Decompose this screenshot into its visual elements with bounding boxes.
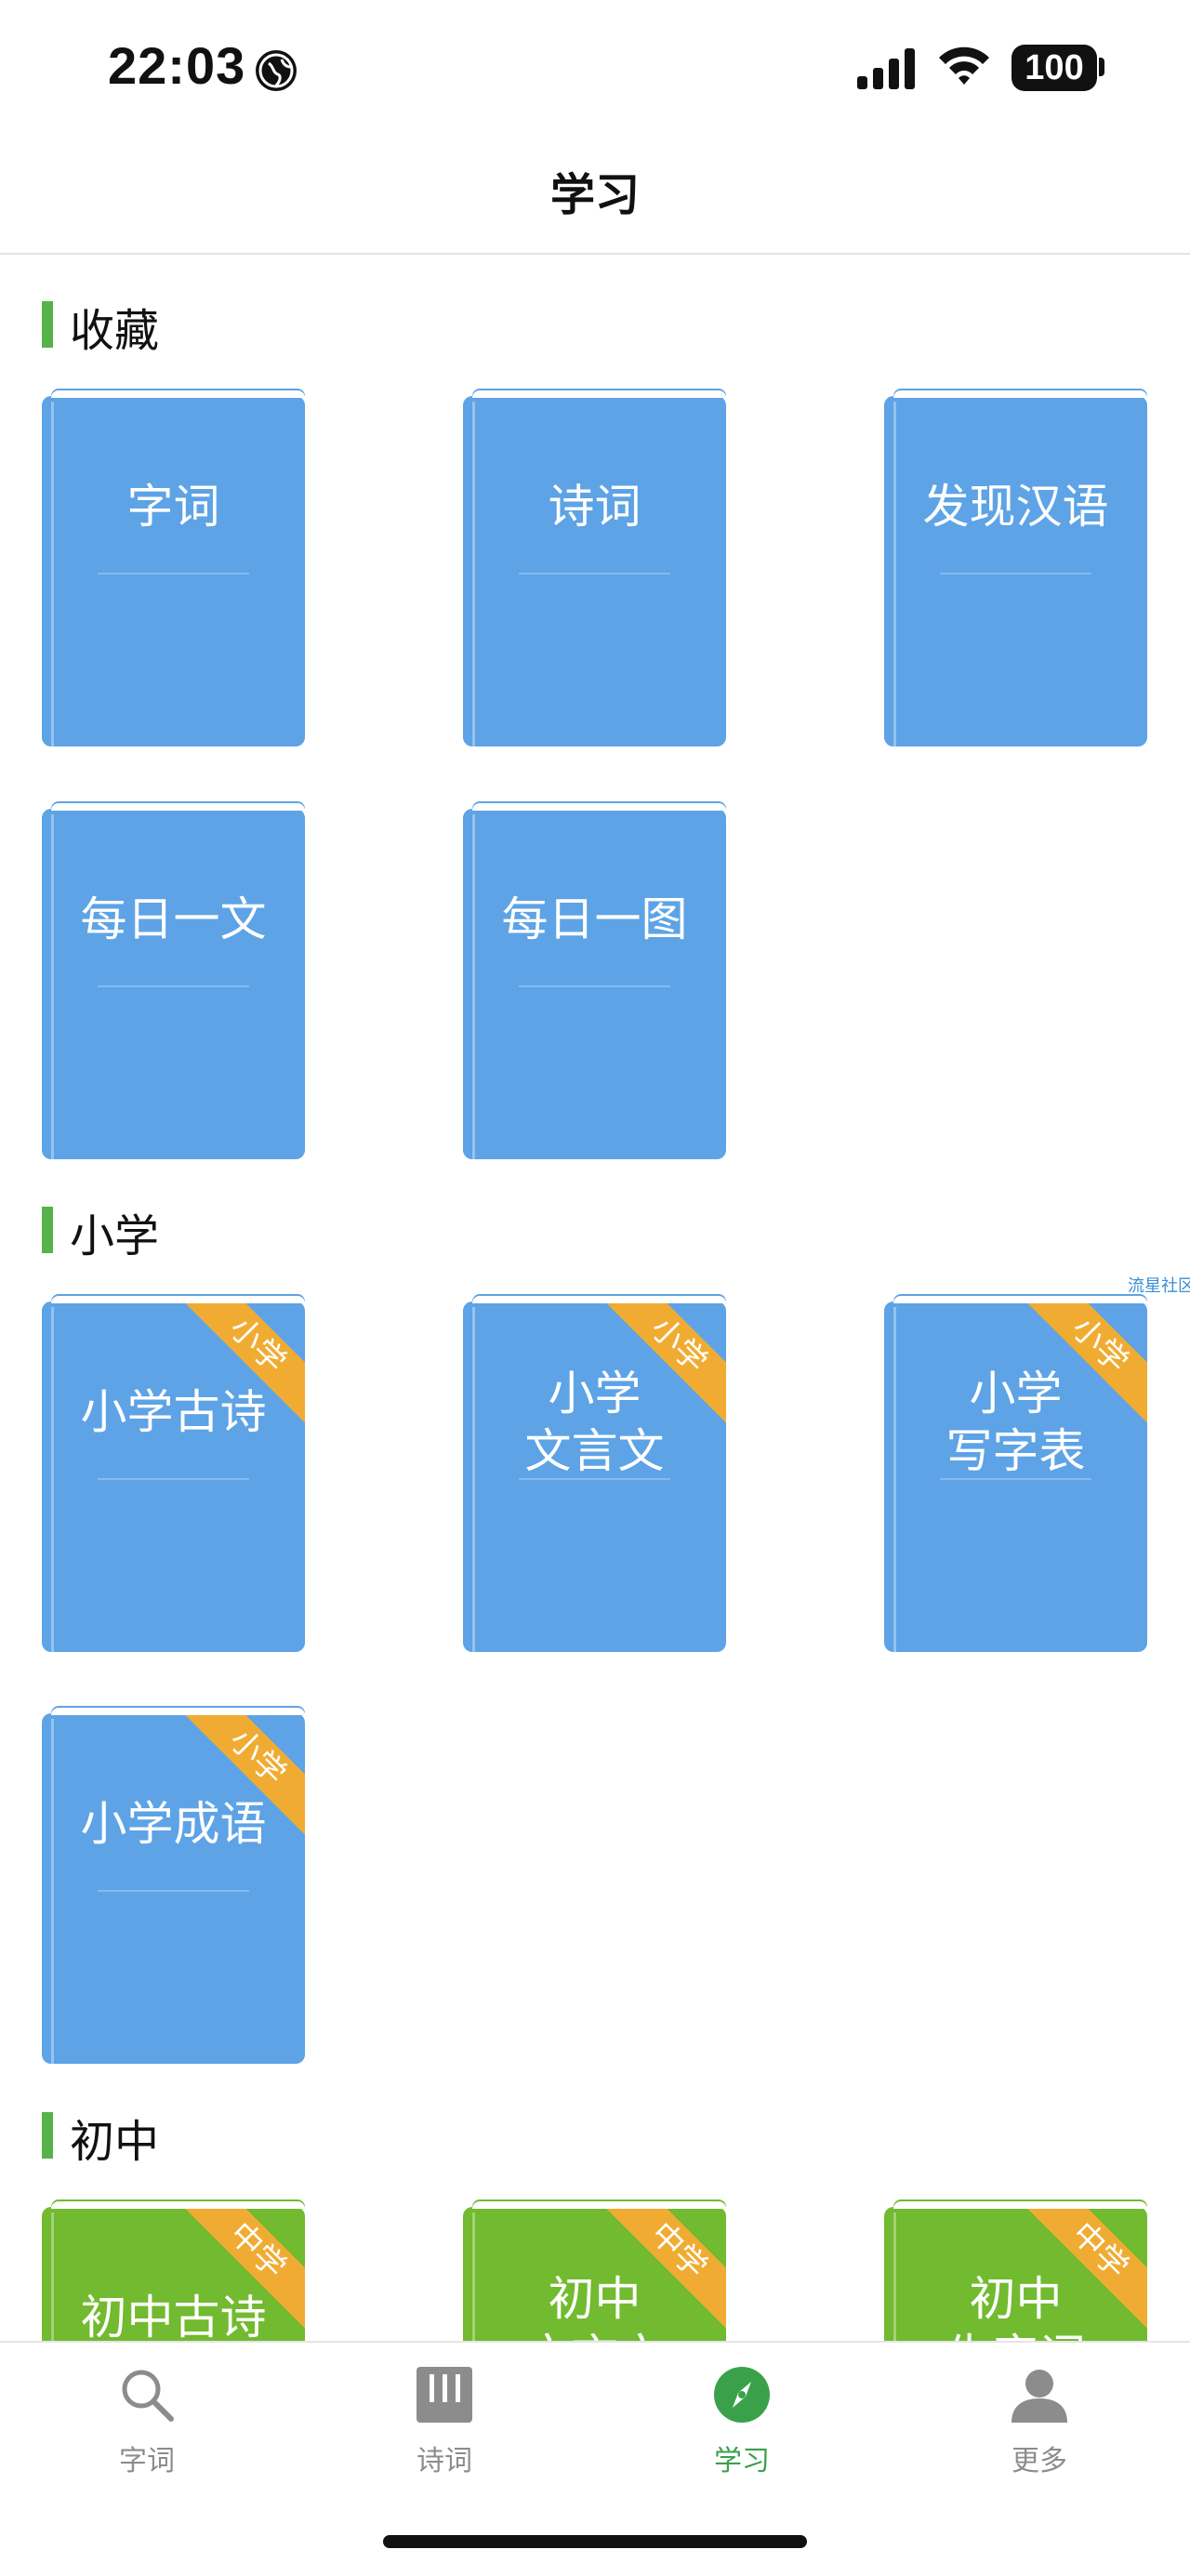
book-primary-idioms[interactable]: 小学成语 小学 <box>42 1708 305 2064</box>
book-cover: 小学 写字表 小学 <box>884 1301 1147 1652</box>
book-cover: 字词 <box>42 396 305 746</box>
section-title: 收藏 <box>70 305 160 357</box>
book-title: 发现汉语 <box>922 480 1109 534</box>
watermark-text: 流星社区 <box>1128 1276 1190 1296</box>
compass-icon <box>712 2365 772 2424</box>
tab-label: 诗词 <box>416 2445 472 2477</box>
tab-label: 学习 <box>714 2445 770 2477</box>
book-title: 每日一文 <box>80 892 267 946</box>
tab-poems[interactable]: 诗词 <box>370 2356 519 2486</box>
book-title: 初中古诗 <box>80 2291 267 2341</box>
book-cover: 小学成语 小学 <box>42 1713 305 2064</box>
tab-learning[interactable]: 学习 <box>668 2356 816 2486</box>
search-icon <box>117 2365 177 2424</box>
book-title: 每日一图 <box>501 892 688 946</box>
page-title: 学习 <box>549 169 640 221</box>
person-icon <box>1010 2365 1069 2424</box>
learning-scroll-content[interactable]: 收藏 字词 诗词 发现汉语 每日一文 每日一图 小学 小学古诗 小学 小学 文言… <box>0 255 1190 2341</box>
home-indicator[interactable] <box>383 2535 807 2548</box>
wifi-icon <box>935 41 993 89</box>
book-primary-ancient-poems[interactable]: 小学古诗 小学 <box>42 1296 305 1652</box>
tab-label: 更多 <box>1012 2445 1067 2477</box>
section-marker <box>42 2112 53 2159</box>
section-title: 小学 <box>70 1210 160 1262</box>
section-marker <box>42 1207 53 1253</box>
book-junior-ancient-poems[interactable]: 初中古诗 中学 <box>42 2201 305 2341</box>
tab-words[interactable]: 字词 <box>73 2356 221 2486</box>
book-title: 字词 <box>126 480 220 534</box>
book-title: 诗词 <box>548 480 641 534</box>
book-cover: 初中 生字词 中学 <box>884 2207 1147 2341</box>
book-primary-classical-chinese[interactable]: 小学 文言文 小学 <box>463 1296 726 1652</box>
book-favorites-poems[interactable]: 诗词 <box>463 390 726 746</box>
book-junior-classical-chinese[interactable]: 初中 文言文 中学 <box>463 2201 726 2341</box>
book-title: 小学古诗 <box>80 1385 267 1439</box>
book-cover: 小学古诗 小学 <box>42 1301 305 1652</box>
book-favorites-words[interactable]: 字词 <box>42 390 305 746</box>
book-primary-writing-chart[interactable]: 小学 写字表 小学 <box>884 1296 1147 1652</box>
book-icon <box>415 2365 474 2424</box>
section-marker <box>42 301 53 348</box>
battery-icon: 100 <box>1012 45 1097 91</box>
book-favorites-daily-article[interactable]: 每日一文 <box>42 803 305 1159</box>
book-favorites-daily-picture[interactable]: 每日一图 <box>463 803 726 1159</box>
tab-label: 字词 <box>119 2445 175 2477</box>
book-cover: 初中古诗 中学 <box>42 2207 305 2341</box>
book-favorites-discover-chinese[interactable]: 发现汉语 <box>884 390 1147 746</box>
status-bar: 22:03 100 <box>0 0 1190 139</box>
globe-icon <box>256 50 297 91</box>
book-title: 小学成语 <box>80 1797 267 1851</box>
signal-icon <box>855 46 919 91</box>
tab-more[interactable]: 更多 <box>965 2356 1114 2486</box>
book-cover: 小学 文言文 小学 <box>463 1301 726 1652</box>
book-cover: 初中 文言文 中学 <box>463 2207 726 2341</box>
book-cover: 每日一图 <box>463 809 726 1159</box>
section-title: 初中 <box>70 2116 160 2168</box>
status-time: 22:03 <box>108 36 246 95</box>
battery-tip <box>1099 58 1104 76</box>
book-cover: 发现汉语 <box>884 396 1147 746</box>
book-cover: 每日一文 <box>42 809 305 1159</box>
book-cover: 诗词 <box>463 396 726 746</box>
book-junior-new-words[interactable]: 初中 生字词 中学 <box>884 2201 1147 2341</box>
